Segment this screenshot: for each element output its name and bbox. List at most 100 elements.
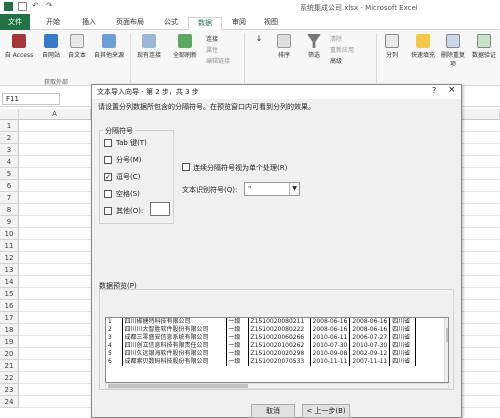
- from-access-button[interactable]: 自 Access: [2, 34, 36, 59]
- edit-links-button[interactable]: 编辑链接: [206, 56, 230, 65]
- row-header[interactable]: 2: [0, 132, 19, 144]
- tab-review[interactable]: 审阅: [224, 17, 254, 30]
- preview-vertical-scrollbar[interactable]: [444, 318, 448, 382]
- database-icon: [102, 34, 116, 48]
- from-text-button[interactable]: 自文本: [64, 34, 90, 59]
- checkbox-other[interactable]: [104, 207, 112, 215]
- close-icon[interactable]: ×: [448, 85, 456, 95]
- scrollbar-thumb[interactable]: [108, 384, 248, 388]
- preview-row: 2 四川川大智胜软件股份有限公司 一级 Z1510020080222 2008-06-1…: [106, 326, 417, 334]
- row-header[interactable]: 24: [0, 396, 19, 408]
- text-qualifier-select[interactable]: " ▼: [244, 182, 300, 196]
- tab-page-layout[interactable]: 页面布局: [108, 17, 152, 30]
- undo-icon[interactable]: ↶: [32, 2, 41, 11]
- row-header[interactable]: 23: [0, 384, 19, 396]
- redo-icon[interactable]: ↷: [46, 2, 55, 11]
- preview-cell: 四川创立信息科技有限责任公司: [122, 342, 227, 350]
- preview-cell: 四川省: [389, 334, 417, 342]
- preview-horizontal-scrollbar[interactable]: [105, 383, 449, 389]
- preview-row: 5 四川久远银海软件股份有限公司 一级 Z1510020020298 2010-09-0…: [106, 350, 417, 358]
- flash-fill-icon: [416, 34, 430, 48]
- tab-data[interactable]: 数据: [188, 17, 222, 30]
- row-header[interactable]: 1: [0, 120, 19, 132]
- row-header[interactable]: 18: [0, 324, 19, 336]
- preview-cell: 2002-09-12: [349, 350, 391, 358]
- advanced-button[interactable]: 高级: [330, 56, 342, 65]
- preview-cell: 2010-11-11: [310, 358, 351, 366]
- preview-cell: 四川省: [389, 318, 417, 326]
- tab-file[interactable]: 文件: [0, 14, 30, 30]
- checkbox-space[interactable]: [104, 190, 112, 198]
- data-validation-button[interactable]: 数据验证: [468, 34, 500, 59]
- cancel-button[interactable]: 取消: [251, 404, 295, 418]
- scrollbar-thumb[interactable]: [446, 328, 448, 342]
- globe-icon: [44, 34, 58, 48]
- checkbox-comma[interactable]: ✓: [104, 173, 112, 181]
- row-header[interactable]: 6: [0, 180, 19, 192]
- row-header[interactable]: 4: [0, 156, 19, 168]
- split-columns-icon: [385, 34, 399, 48]
- from-other-sources-button[interactable]: 自其他来源: [90, 34, 128, 59]
- refresh-icon: [178, 34, 192, 48]
- checkbox-semicolon[interactable]: [104, 156, 112, 164]
- preview-cell: 四川川大智胜软件股份有限公司: [122, 326, 227, 334]
- tab-view[interactable]: 视图: [256, 17, 286, 30]
- connections-button[interactable]: 连接: [206, 34, 218, 43]
- row-header[interactable]: 12: [0, 252, 19, 264]
- text-qualifier-value: ": [248, 185, 252, 193]
- row-header[interactable]: 21: [0, 360, 19, 372]
- help-icon[interactable]: ?: [432, 86, 436, 95]
- save-icon[interactable]: [18, 2, 27, 11]
- other-delimiter-input[interactable]: [150, 202, 170, 216]
- instruction-text: 请设置分列数据所包含的分隔符号。在预览窗口内可看到分列的效果。: [98, 103, 315, 111]
- filter-button[interactable]: 筛选: [302, 34, 326, 59]
- flash-fill-button[interactable]: 快速填充: [406, 34, 440, 59]
- preview-cell: 一级: [226, 350, 249, 358]
- name-box[interactable]: F11: [2, 93, 60, 105]
- row-header[interactable]: 3: [0, 144, 19, 156]
- reapply-button[interactable]: 重新应用: [330, 45, 354, 54]
- clear-button[interactable]: 清除: [330, 34, 342, 43]
- row-header[interactable]: 8: [0, 204, 19, 216]
- row-header[interactable]: 9: [0, 216, 19, 228]
- sort-button[interactable]: 排序: [270, 34, 298, 59]
- row-header[interactable]: 14: [0, 276, 19, 288]
- preview-cell: 1: [106, 318, 123, 326]
- window-title: 系统集成公司.xlsx - Microsoft Excel: [300, 4, 418, 12]
- tab-insert[interactable]: 插入: [74, 17, 104, 30]
- text-to-columns-button[interactable]: 分列: [380, 34, 404, 59]
- row-header[interactable]: 11: [0, 240, 19, 252]
- row-header[interactable]: 17: [0, 312, 19, 324]
- existing-connections-button[interactable]: 现有连接: [132, 34, 166, 59]
- sort-az-icon[interactable]: ↓: [250, 34, 268, 43]
- ribbon-separator: [130, 33, 131, 83]
- tab-formulas[interactable]: 公式: [156, 17, 186, 30]
- select-all-corner[interactable]: [0, 109, 19, 120]
- row-header[interactable]: 20: [0, 348, 19, 360]
- data-preview-box[interactable]: 1 四川椒搪特科技有限公司 一级 Z1510020080211 2008-06-16 20…: [105, 317, 449, 383]
- refresh-all-button[interactable]: 全部刷新: [168, 34, 202, 59]
- row-header[interactable]: 7: [0, 192, 19, 204]
- row-header[interactable]: 22: [0, 372, 19, 384]
- chevron-down-icon[interactable]: ▼: [289, 183, 299, 195]
- back-button[interactable]: < 上一步(B): [302, 404, 350, 418]
- from-text-label: 自文本: [67, 52, 86, 59]
- row-header[interactable]: 19: [0, 336, 19, 348]
- preview-cell: 成都三零盛安信息系统有限公司: [122, 334, 227, 342]
- row-header[interactable]: 10: [0, 228, 19, 240]
- ribbon-separator: [376, 33, 377, 83]
- row-header[interactable]: 15: [0, 288, 19, 300]
- column-header-a[interactable]: A: [19, 109, 91, 120]
- remove-duplicates-button[interactable]: 删除重复项: [440, 34, 466, 68]
- preview-cell: 2008-06-16: [349, 326, 391, 334]
- row-header[interactable]: 5: [0, 168, 19, 180]
- properties-button[interactable]: 属性: [206, 45, 218, 54]
- title-bar: ↶ ↷ 系统集成公司.xlsx - Microsoft Excel: [0, 0, 500, 14]
- from-web-button[interactable]: 自网站: [38, 34, 64, 59]
- row-header[interactable]: 13: [0, 264, 19, 276]
- row-header[interactable]: 16: [0, 300, 19, 312]
- checkbox-tab[interactable]: [104, 139, 112, 147]
- tab-home[interactable]: 开始: [38, 17, 68, 30]
- checkbox-consecutive[interactable]: [182, 163, 190, 171]
- checkbox-other-label: 其他(O):: [116, 207, 144, 215]
